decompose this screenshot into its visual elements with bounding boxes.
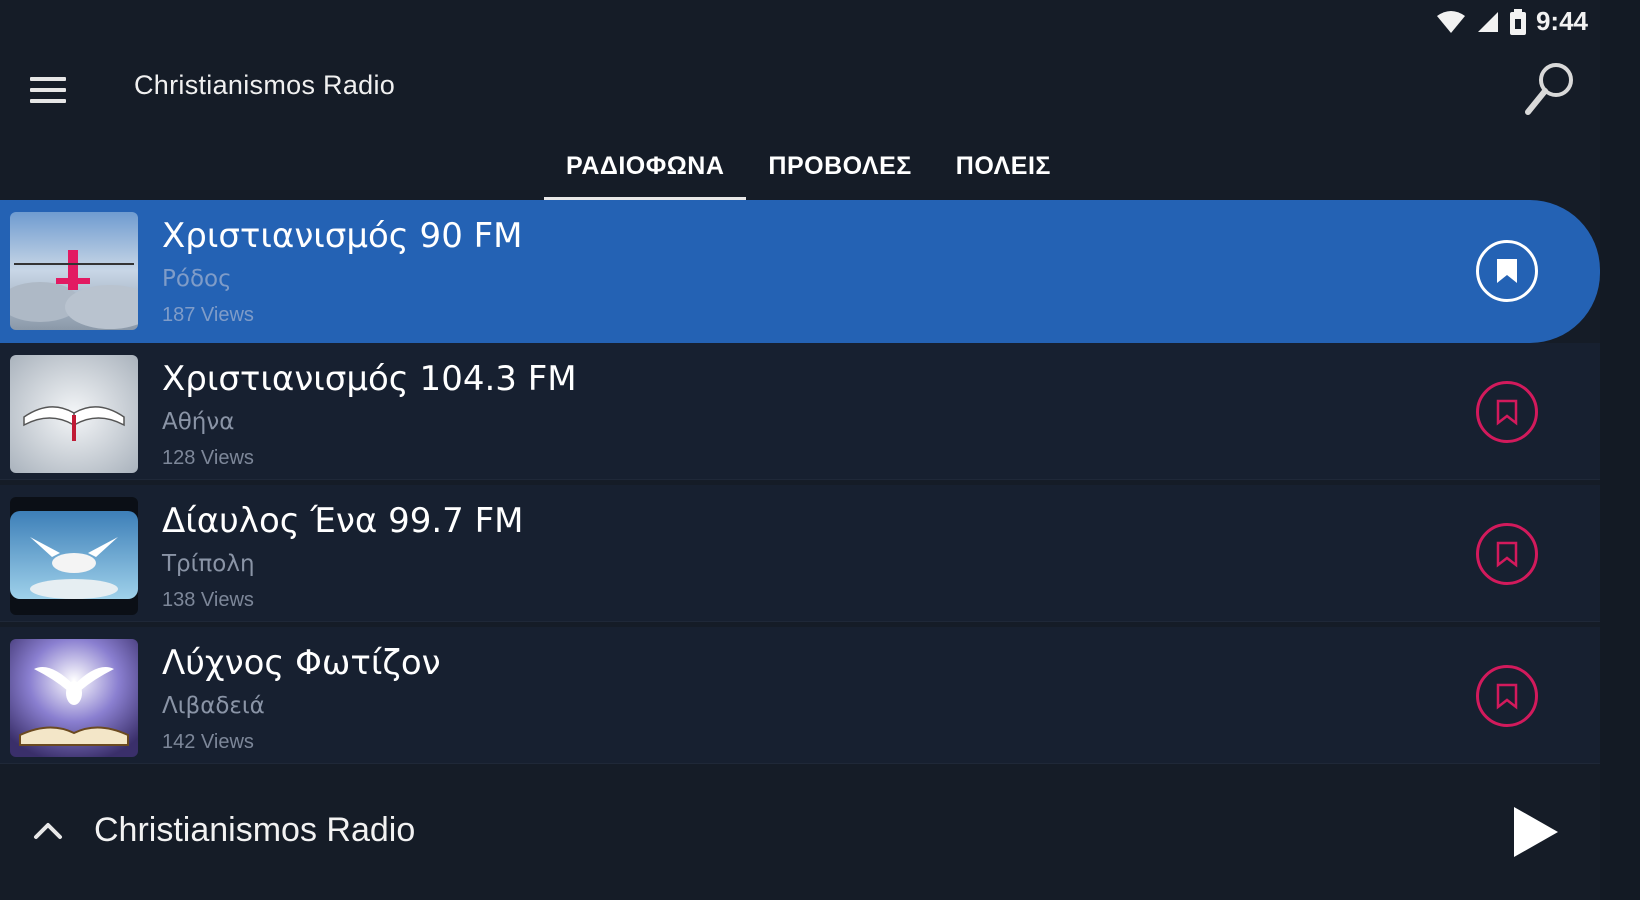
station-row[interactable]: Χριστιανισμός 90 FM Ρόδος 187 Views xyxy=(0,200,1600,343)
mini-player: Christianismos Radio xyxy=(0,785,1600,885)
app-title: Christianismos Radio xyxy=(134,70,396,100)
station-name: Χριστιανισμός 90 FM xyxy=(162,216,523,256)
bookmark-button[interactable] xyxy=(1476,665,1538,727)
station-views: 142 Views xyxy=(162,731,254,753)
station-logo xyxy=(10,212,138,330)
bookmark-outline-icon xyxy=(1496,399,1518,426)
signal-icon xyxy=(1477,11,1498,32)
station-city: Ρόδος xyxy=(162,266,232,292)
play-icon[interactable] xyxy=(1510,803,1562,861)
station-logo xyxy=(10,355,138,473)
station-views: 128 Views xyxy=(162,447,254,469)
app-bar: Christianismos Radio xyxy=(0,48,1640,128)
station-row[interactable]: Λύχνος Φωτίζον Λιβαδειά 142 Views xyxy=(0,627,1600,764)
tab-bar: ΡΑΔΙΟΦΩΝΑ ΠΡΟΒΟΛΕΣ ΠΟΛΕΙΣ xyxy=(544,138,1073,202)
bookmark-button[interactable] xyxy=(1476,381,1538,443)
station-logo xyxy=(10,639,138,757)
tab-views[interactable]: ΠΡΟΒΟΛΕΣ xyxy=(746,138,933,202)
station-row[interactable]: Δίαυλος Ένα 99.7 FM Τρίπολη 138 Views xyxy=(0,485,1600,622)
bookmark-button[interactable] xyxy=(1476,523,1538,585)
station-views: 187 Views xyxy=(162,304,254,326)
station-name: Δίαυλος Ένα 99.7 FM xyxy=(162,501,524,541)
station-city: Αθήνα xyxy=(162,409,235,435)
wifi-icon xyxy=(1436,10,1465,33)
bookmark-outline-icon xyxy=(1496,541,1518,568)
tab-radios[interactable]: ΡΑΔΙΟΦΩΝΑ xyxy=(544,138,747,202)
station-logo xyxy=(10,497,138,615)
right-edge xyxy=(1600,0,1640,900)
station-name: Χριστιανισμός 104.3 FM xyxy=(162,359,577,399)
station-name: Λύχνος Φωτίζον xyxy=(162,643,441,683)
status-time: 9:44 xyxy=(1535,6,1588,36)
bookmark-outline-icon xyxy=(1496,683,1518,710)
player-title: Christianismos Radio xyxy=(94,811,416,849)
station-list: Χριστιανισμός 90 FM Ρόδος 187 Views Χρισ… xyxy=(0,200,1600,769)
bookmark-button[interactable] xyxy=(1476,240,1538,302)
battery-icon xyxy=(1509,8,1526,35)
station-city: Τρίπολη xyxy=(162,551,255,577)
station-row[interactable]: Χριστιανισμός 104.3 FM Αθήνα 128 Views xyxy=(0,343,1600,480)
station-views: 138 Views xyxy=(162,589,254,611)
hamburger-menu-icon[interactable] xyxy=(30,68,74,112)
search-icon[interactable] xyxy=(1522,58,1578,122)
status-bar: 9:44 xyxy=(0,0,1640,44)
tab-cities[interactable]: ΠΟΛΕΙΣ xyxy=(934,138,1073,202)
chevron-up-icon[interactable] xyxy=(30,815,66,845)
station-city: Λιβαδειά xyxy=(162,693,265,719)
bookmark-icon xyxy=(1497,259,1517,283)
